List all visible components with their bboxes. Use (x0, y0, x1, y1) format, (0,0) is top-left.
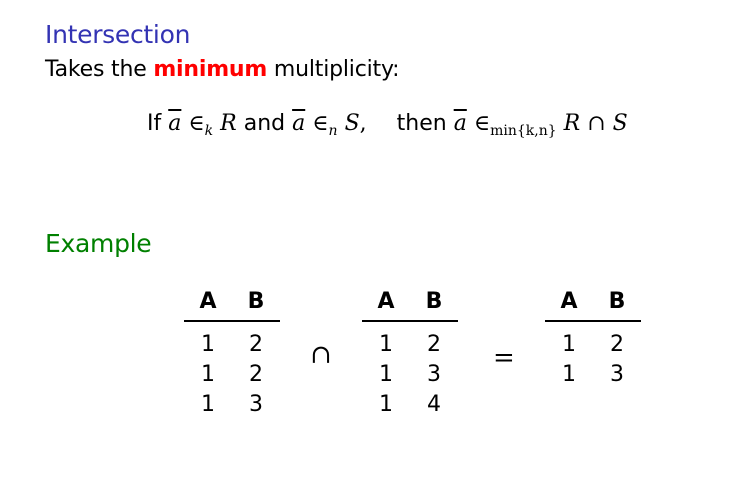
formula-S-2: S (612, 111, 628, 136)
formula-in-symbol-2: ∈ (312, 111, 329, 136)
formula-R: R (220, 111, 237, 136)
table-cell: 1 (562, 362, 576, 387)
formula: If a ∈k R and a ∈n S, then a ∈min{k,n} R … (147, 111, 628, 139)
column-header-B: B (247, 289, 265, 314)
relation-R-table: A B 12 12 13 (184, 289, 280, 420)
formula-n: n (328, 123, 338, 139)
formula-a-bar-3: a (453, 111, 467, 136)
formula-if: If (147, 111, 169, 136)
formula-a-bar: a (168, 111, 182, 136)
column-header-A: A (560, 289, 578, 314)
table-header: A B (545, 289, 641, 322)
slide-title: Intersection (45, 20, 191, 49)
table-cell: 1 (201, 332, 215, 357)
table-cell: 1 (201, 362, 215, 387)
formula-then: then (396, 111, 454, 136)
equals-operator: = (493, 343, 515, 373)
formula-in-symbol: ∈ (188, 111, 205, 136)
table-cell: 2 (249, 362, 263, 387)
table-cell: 2 (610, 332, 624, 357)
subtitle-prefix: Takes the (45, 57, 154, 82)
formula-k: k (204, 123, 214, 139)
formula-a-bar-2: a (292, 111, 306, 136)
table-cell: 1 (379, 362, 393, 387)
formula-min-subscript: min{k,n} (490, 123, 557, 139)
table-cell: 1 (379, 392, 393, 417)
table-row: 12 (184, 360, 280, 390)
table-header: A B (362, 289, 458, 322)
table-cell: 2 (249, 332, 263, 357)
table-cell: 2 (427, 332, 441, 357)
formula-cap: ∩ (587, 111, 606, 136)
table-row: 13 (184, 390, 280, 420)
formula-S: S (344, 111, 360, 136)
column-header-B: B (608, 289, 626, 314)
formula-comma: , (359, 111, 367, 136)
table-cell: 4 (427, 392, 441, 417)
formula-R-2: R (563, 111, 581, 136)
table-cell: 1 (562, 332, 576, 357)
subtitle: Takes the minimum multiplicity: (45, 57, 400, 82)
column-header-B: B (425, 289, 443, 314)
table-row: 12 (184, 330, 280, 360)
relation-result-table: A B 12 13 (545, 289, 641, 390)
table-row: 12 (362, 330, 458, 360)
table-row: 13 (545, 360, 641, 390)
table-cell: 3 (427, 362, 441, 387)
subtitle-suffix: multiplicity: (267, 57, 400, 82)
formula-and: and (236, 111, 293, 136)
column-header-A: A (377, 289, 395, 314)
table-cell: 1 (201, 392, 215, 417)
example-heading: Example (45, 229, 152, 258)
formula-in-symbol-3: ∈ (473, 111, 491, 136)
intersect-operator: ∩ (310, 340, 332, 370)
relation-S-table: A B 12 13 14 (362, 289, 458, 420)
table-cell: 3 (610, 362, 624, 387)
table-cell: 3 (249, 392, 263, 417)
subtitle-highlight: minimum (153, 57, 268, 82)
table-header: A B (184, 289, 280, 322)
table-row: 13 (362, 360, 458, 390)
table-row: 14 (362, 390, 458, 420)
table-cell: 1 (379, 332, 393, 357)
table-row: 12 (545, 330, 641, 360)
column-header-A: A (199, 289, 217, 314)
